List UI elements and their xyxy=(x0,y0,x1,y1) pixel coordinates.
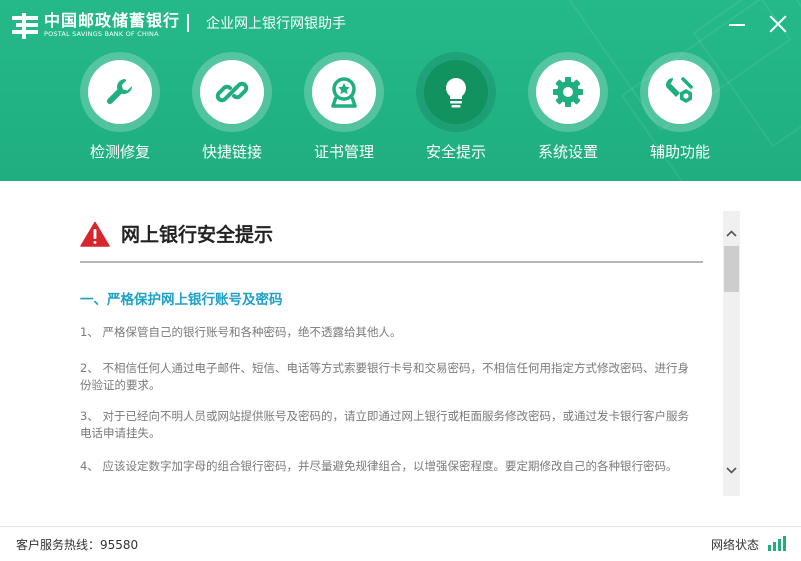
nav-item-assist[interactable]: 辅助功能 xyxy=(632,50,728,170)
page-title: 网上银行安全提示 xyxy=(121,224,274,246)
nav-icon-circle xyxy=(312,60,376,124)
tools-icon xyxy=(666,77,693,103)
nav-label: 快捷链接 xyxy=(201,143,262,161)
vertical-scrollbar[interactable] xyxy=(723,211,740,496)
tip-item: 4、 应该设定数字加字母的组合银行密码，并尽量避免规律组合，以增强保密程度。要定… xyxy=(80,459,678,473)
nav-icon-ring xyxy=(528,52,608,132)
header-banner: 中国邮政储蓄银行 POSTAL SAVINGS BANK OF CHINA 企业… xyxy=(0,0,801,181)
close-button[interactable] xyxy=(766,12,790,36)
nav-icon-ring xyxy=(304,52,384,132)
nav-label: 系统设置 xyxy=(537,143,598,161)
nav-item-certificate[interactable]: 证书管理 xyxy=(296,50,392,170)
network-status-label: 网络状态 xyxy=(711,538,760,552)
gear-icon xyxy=(553,77,583,107)
app-title: 企业网上银行网银助手 xyxy=(206,16,346,32)
nav-item-links[interactable]: 快捷链接 xyxy=(184,50,280,170)
tip-item: 3、 对于已经向不明人员或网站提供账号及密码的，请立即通过网上银行或柜面服务修改… xyxy=(80,409,689,440)
nav-item-settings[interactable]: 系统设置 xyxy=(520,50,616,170)
nav-icon-ring xyxy=(192,52,272,132)
tip-item: 1、 严格保管自己的银行账号和各种密码，绝不透露给其他人。 xyxy=(80,325,402,339)
chevron-up-icon xyxy=(726,230,737,237)
nav-icon-circle xyxy=(88,60,152,124)
scroll-down-button[interactable] xyxy=(723,462,740,479)
chevron-down-icon xyxy=(726,467,737,474)
nav-icon-circle xyxy=(648,60,712,124)
network-signal-icon xyxy=(768,535,786,551)
nav-item-repair[interactable]: 检测修复 xyxy=(72,50,168,170)
service-hotline: 客户服务热线：95580 xyxy=(16,538,139,552)
nav-icon-ring xyxy=(640,52,720,132)
nav-label: 检测修复 xyxy=(89,143,150,161)
nav-label: 证书管理 xyxy=(313,143,374,161)
certificate-icon xyxy=(331,77,357,108)
nav-icon-circle xyxy=(536,60,600,124)
nav-item-security-tips[interactable]: 安全提示 xyxy=(408,50,504,170)
nav-icon-ring xyxy=(80,52,160,132)
tip-item: 2、 不相信任何人通过电子邮件、短信、电话等方式索要银行卡号和交易密码，不相信任… xyxy=(80,361,689,392)
title-divider xyxy=(187,14,189,32)
section-heading: 一、严格保护网上银行账号及密码 xyxy=(80,292,283,308)
status-bar: 客户服务热线：95580 网络状态 xyxy=(0,526,801,561)
minimize-button[interactable] xyxy=(726,12,750,36)
scroll-up-button[interactable] xyxy=(723,225,740,242)
logo-chinese-name: 中国邮政储蓄银行 xyxy=(44,11,181,30)
title-divider-line xyxy=(80,261,703,263)
nav-icon-circle xyxy=(424,60,488,124)
bank-logo-icon xyxy=(12,12,38,39)
nav-icon-circle xyxy=(200,60,264,124)
link-icon xyxy=(215,81,249,103)
nav-label: 安全提示 xyxy=(425,143,486,161)
nav-icon-ring xyxy=(416,52,496,132)
scroll-thumb[interactable] xyxy=(724,246,739,292)
wrench-icon xyxy=(107,79,132,104)
nav-label: 辅助功能 xyxy=(649,143,710,161)
bank-logo: 中国邮政储蓄银行 POSTAL SAVINGS BANK OF CHINA xyxy=(10,12,180,39)
logo-english-name: POSTAL SAVINGS BANK OF CHINA xyxy=(44,30,159,38)
content-panel: 网上银行安全提示 一、严格保护网上银行账号及密码 1、 严格保管自己的银行账号和… xyxy=(0,181,801,526)
warning-icon xyxy=(80,221,110,247)
lightbulb-icon xyxy=(446,78,466,108)
